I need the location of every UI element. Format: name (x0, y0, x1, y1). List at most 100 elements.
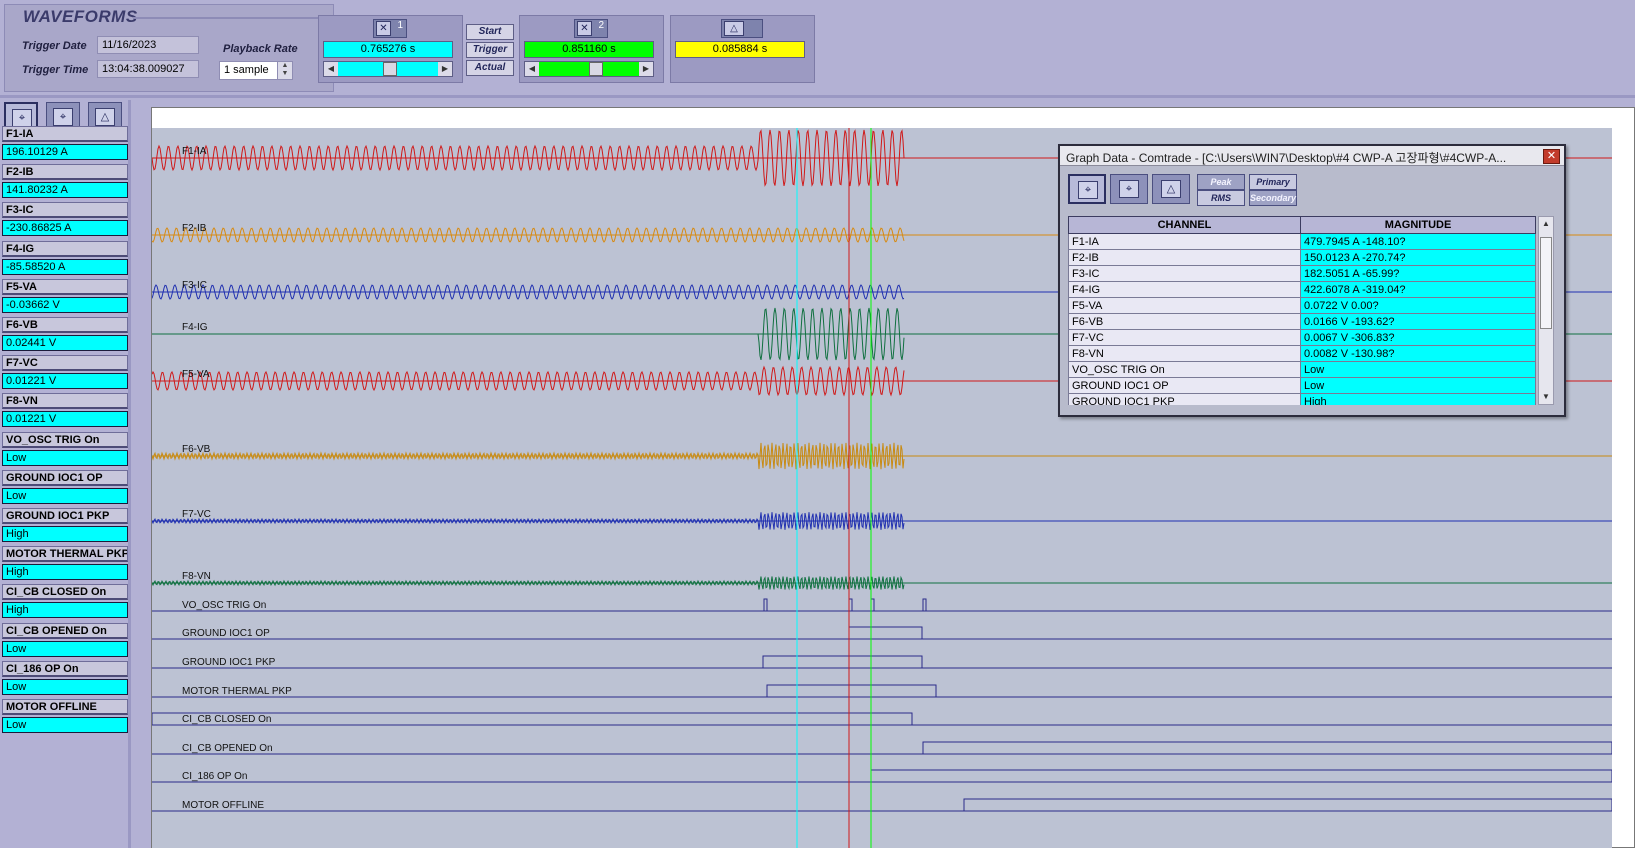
magnitude-cell: 479.7945 A -148.10? (1300, 233, 1536, 250)
trace-label-4: F5-VA (182, 369, 210, 380)
table-row[interactable]: F1-IA 479.7945 A -148.10? (1068, 233, 1536, 250)
channel-item[interactable]: CI_CB CLOSED On High (2, 584, 128, 619)
digital-label-6: CI_186 OP On (182, 771, 247, 782)
close-icon[interactable]: ✕ (1543, 149, 1560, 164)
slider-right-icon[interactable]: ▶ (639, 62, 653, 76)
primary-button[interactable]: Primary (1249, 174, 1297, 190)
cursor-2-slider[interactable]: ◀ ▶ (524, 61, 654, 77)
trigger-button[interactable]: Trigger (466, 42, 514, 58)
dialog-cursor-1-tab[interactable]: ⌖ (1068, 174, 1106, 204)
waveform-3 (152, 307, 905, 361)
channel-item[interactable]: F2-IB 141.80232 A (2, 164, 128, 199)
channel-item[interactable]: MOTOR OFFLINE Low (2, 699, 128, 733)
table-row[interactable]: VO_OSC TRIG On Low (1068, 361, 1536, 378)
magnitude-table: CHANNEL MAGNITUDE F1-IA 479.7945 A -148.1… (1068, 216, 1536, 405)
channel-item[interactable]: F7-VC 0.01221 V (2, 355, 128, 390)
slider-right-icon[interactable]: ▶ (438, 62, 452, 76)
table-row[interactable]: F6-VB 0.0166 V -193.62? (1068, 313, 1536, 330)
trace-label-0: F1-IA (182, 146, 207, 157)
channel-cell: F6-VB (1068, 313, 1301, 330)
scroll-down-icon[interactable]: ▼ (1539, 390, 1553, 404)
cursor-1-button[interactable]: ✕ 1 (373, 19, 407, 38)
cursor-1-slider-thumb[interactable] (383, 62, 397, 76)
cursor-1-slider[interactable]: ◀ ▶ (323, 61, 453, 77)
channel-name: CI_CB OPENED On (2, 622, 128, 639)
digital-pulse-5-0 (922, 741, 1612, 754)
magnitude-cell: High (1300, 393, 1536, 405)
dialog-delta-tab[interactable]: △ (1152, 174, 1190, 204)
table-row[interactable]: GROUND IOC1 OP Low (1068, 377, 1536, 394)
digital-label-2: GROUND IOC1 PKP (182, 657, 276, 668)
channel-name: F6-VB (2, 317, 128, 333)
channel-item[interactable]: F1-IA 196.10129 A (2, 126, 128, 160)
channel-item[interactable]: VO_OSC TRIG On Low (2, 431, 128, 466)
digital-pulse-1-0 (848, 626, 923, 639)
channel-item[interactable]: CI_CB OPENED On Low (2, 622, 128, 657)
slider-left-icon[interactable]: ◀ (324, 62, 338, 76)
channel-value: Low (2, 487, 128, 504)
dialog-scrollbar[interactable]: ▲ ▼ (1538, 216, 1554, 405)
table-row[interactable]: GROUND IOC1 PKP High (1068, 393, 1536, 405)
rms-button[interactable]: RMS (1197, 190, 1245, 206)
cursor-2-slider-thumb[interactable] (589, 62, 603, 76)
column-header-magnitude[interactable]: MAGNITUDE (1300, 216, 1536, 234)
digital-pulse-2-0 (762, 655, 923, 668)
digital-pulse-3-0 (766, 684, 937, 697)
table-row[interactable]: F3-IC 182.5051 A -65.99? (1068, 265, 1536, 282)
dialog-cursor-2-tab[interactable]: ⌖ (1110, 174, 1148, 204)
cursor-2-icon: ⌖ (1119, 180, 1139, 198)
cursor-2-icon: ⌖ (53, 108, 73, 126)
magnitude-cell: Low (1300, 361, 1536, 378)
table-row[interactable]: F8-VN 0.0082 V -130.98? (1068, 345, 1536, 362)
channel-item[interactable]: F6-VB 0.02441 V (2, 317, 128, 351)
column-header-channel[interactable]: CHANNEL (1068, 216, 1301, 234)
channel-item[interactable]: GROUND IOC1 OP Low (2, 469, 128, 504)
channel-item[interactable]: F3-IC -230.86825 A (2, 202, 128, 237)
magnitude-cell: 0.0166 V -193.62? (1300, 313, 1536, 330)
channel-item[interactable]: F4-IG -85.58520 A (2, 240, 128, 275)
channel-value: Low (2, 449, 128, 466)
delta-button[interactable]: △ (721, 19, 763, 38)
channel-item[interactable]: F5-VA -0.03662 V (2, 278, 128, 313)
channel-cell: F2-IB (1068, 249, 1301, 266)
cursor-arrow-icon: ✕ (376, 21, 391, 36)
channel-value: 0.01221 V (2, 411, 128, 428)
actual-button[interactable]: Actual (466, 60, 514, 76)
channel-item[interactable]: CI_186 OP On Low (2, 660, 128, 695)
digital-label-7: MOTOR OFFLINE (182, 800, 264, 811)
secondary-button[interactable]: Secondary (1249, 190, 1297, 206)
digital-pulse-0-0 (763, 598, 768, 611)
channel-name: GROUND IOC1 OP (2, 469, 128, 486)
title-divider (133, 17, 323, 19)
cursor-2-button[interactable]: ✕ 2 (574, 19, 608, 38)
digital-pulse-0-3 (922, 598, 927, 611)
peak-button[interactable]: Peak (1197, 174, 1245, 190)
table-row[interactable]: F7-VC 0.0067 V -306.83? (1068, 329, 1536, 346)
channel-name: F8-VN (2, 393, 128, 410)
cursor-1-time: 0.765276 s (323, 41, 453, 58)
digital-label-4: CI_CB CLOSED On (182, 714, 271, 725)
table-row[interactable]: F4-IG 422.6078 A -319.04? (1068, 281, 1536, 298)
channel-value: Low (2, 640, 128, 657)
start-button[interactable]: Start (466, 24, 514, 40)
delta-panel: △ 0.085884 s (670, 15, 815, 83)
playback-rate-stepper[interactable]: 1 sample ▲ ▼ (219, 61, 293, 80)
magnitude-cell: 0.0067 V -306.83? (1300, 329, 1536, 346)
channel-item[interactable]: F8-VN 0.01221 V (2, 393, 128, 428)
stepper-arrows-icon[interactable]: ▲ ▼ (277, 62, 292, 79)
channel-item[interactable]: MOTOR THERMAL PKP High (2, 546, 128, 581)
slider-left-icon[interactable]: ◀ (525, 62, 539, 76)
scroll-up-icon[interactable]: ▲ (1539, 217, 1553, 231)
table-row[interactable]: F2-IB 150.0123 A -270.74? (1068, 249, 1536, 266)
dialog-title: Graph Data - Comtrade - [C:\Users\WIN7\D… (1060, 146, 1564, 166)
channel-cell: GROUND IOC1 PKP (1068, 393, 1301, 405)
scroll-thumb[interactable] (1540, 237, 1552, 329)
channel-name: CI_186 OP On (2, 660, 128, 677)
digital-pulse-7-0 (963, 798, 1612, 811)
page-title: WAVEFORMS (23, 7, 138, 26)
trace-label-2: F3-IC (182, 280, 207, 291)
table-row[interactable]: F5-VA 0.0722 V 0.00? (1068, 297, 1536, 314)
channel-value: -85.58520 A (2, 258, 128, 275)
channel-value: High (2, 564, 128, 581)
channel-item[interactable]: GROUND IOC1 PKP High (2, 508, 128, 542)
